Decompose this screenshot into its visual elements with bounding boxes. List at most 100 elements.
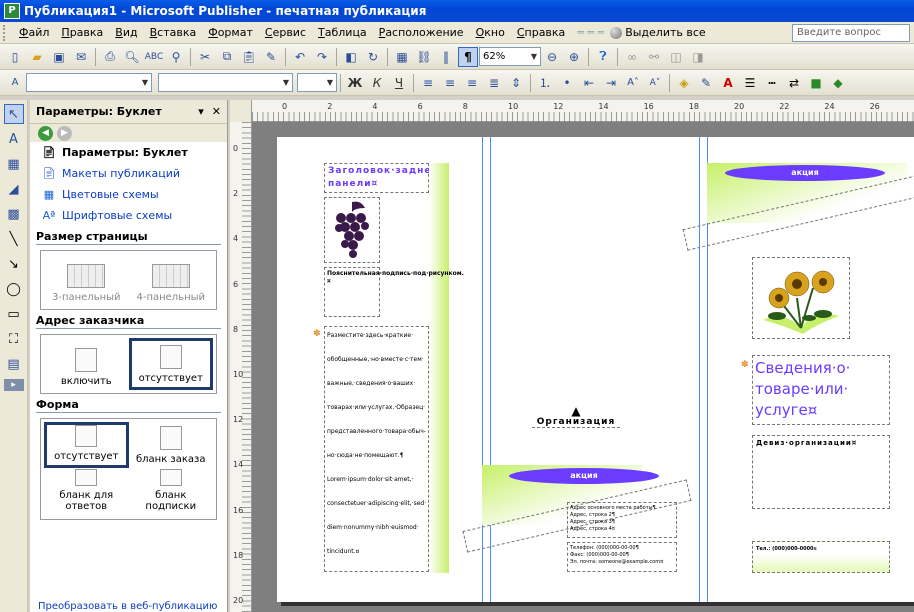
close-icon[interactable]: ✕: [212, 105, 221, 118]
motto-frame[interactable]: Девиз·организации¤: [752, 435, 890, 509]
undo-icon[interactable]: ↶: [290, 47, 310, 67]
help-question-input[interactable]: Введите вопрос: [792, 23, 910, 42]
copy-icon[interactable]: ⧉: [217, 47, 237, 67]
forward-arrow-icon[interactable]: ▶: [57, 125, 72, 141]
body-text-frame[interactable]: Разместите·здесь·краткие· обобщенные,·но…: [324, 326, 429, 572]
insert-table-icon[interactable]: ▦: [4, 154, 24, 174]
menu-file[interactable]: Файл: [13, 26, 55, 39]
menu-window[interactable]: Окно: [470, 26, 511, 39]
email-icon[interactable]: ✉: [71, 47, 91, 67]
menu-view[interactable]: Вид: [109, 26, 143, 39]
wordart-icon[interactable]: ◢: [4, 179, 24, 199]
arrow-style-icon[interactable]: ⇄: [784, 73, 804, 93]
columns-icon[interactable]: ‖: [436, 47, 456, 67]
menu-arrange[interactable]: Расположение: [373, 26, 470, 39]
bullets-icon[interactable]: •: [557, 73, 577, 93]
special-characters-icon[interactable]: ¶: [458, 46, 478, 67]
form-none[interactable]: отсутствует: [44, 422, 129, 468]
dash-style-icon[interactable]: ┅: [762, 73, 782, 93]
cut-icon[interactable]: ✂: [195, 47, 215, 67]
zoom-in-icon[interactable]: ⊕: [564, 47, 584, 67]
oval-tool-icon[interactable]: ◯: [4, 279, 24, 299]
bring-to-front-icon[interactable]: ◧: [341, 47, 361, 67]
menu-edit[interactable]: Правка: [55, 26, 109, 39]
task-link-font-schemes[interactable]: Aª Шрифтовые схемы: [30, 205, 227, 226]
phone-frame[interactable]: Тел.: (000)000-0000¤: [752, 541, 890, 573]
horizontal-ruler[interactable]: 0246810121416182022242628: [230, 100, 914, 122]
menu-table[interactable]: Таблица: [312, 26, 373, 39]
format-painter-icon[interactable]: ✎: [261, 47, 281, 67]
paste-icon[interactable]: 📋︎: [239, 47, 259, 67]
task-link-brochure-options[interactable]: 📄︎ Параметры: Буклет: [30, 142, 227, 163]
brochure-page[interactable]: Заголовок·задней· панели¤ Пояснительная·…: [277, 137, 914, 602]
task-link-layouts[interactable]: 📄︎ Макеты публикаций: [30, 163, 227, 184]
page-size-4-panel[interactable]: 4-панельный: [129, 254, 214, 306]
design-gallery-icon[interactable]: ▤: [4, 354, 24, 374]
decrease-indent-icon[interactable]: ⇤: [579, 73, 599, 93]
org-logo-frame[interactable]: ▲ Организация: [532, 405, 620, 435]
next-frame-icon[interactable]: ◨: [688, 47, 708, 67]
3d-style-icon[interactable]: ◆: [828, 73, 848, 93]
zoom-combo[interactable]: 62% ▼: [479, 47, 541, 66]
customer-address-include[interactable]: включить: [44, 338, 129, 390]
picture-frame-icon[interactable]: ▩: [4, 204, 24, 224]
back-panel-title-frame[interactable]: Заголовок·задней· панели¤: [324, 163, 442, 193]
address-frame[interactable]: Адрес основного места работы¶ Адрес, стр…: [567, 502, 677, 538]
fill-color-icon[interactable]: ◈: [674, 73, 694, 93]
justify-icon[interactable]: ≣: [484, 73, 504, 93]
shadow-style-icon[interactable]: ■: [806, 73, 826, 93]
form-order[interactable]: бланк заказа: [129, 422, 214, 468]
menu-format[interactable]: Формат: [202, 26, 259, 39]
text-box-icon[interactable]: A: [4, 129, 24, 149]
unlink-frames-icon[interactable]: ⚯: [644, 47, 664, 67]
line-tool-icon[interactable]: ╲: [4, 229, 24, 249]
rectangle-tool-icon[interactable]: ▭: [4, 304, 24, 324]
print-icon[interactable]: ⎙: [100, 47, 120, 67]
numbering-icon[interactable]: ⒈: [535, 73, 555, 93]
open-folder-icon[interactable]: ▰: [27, 47, 47, 67]
form-subscription[interactable]: бланк подписки: [129, 469, 214, 515]
bold-icon[interactable]: Ж: [345, 73, 365, 93]
link-frames-icon[interactable]: ∞: [622, 47, 642, 67]
menu-tools[interactable]: Сервис: [259, 26, 312, 39]
underline-icon[interactable]: Ч: [389, 73, 409, 93]
grapes-picture-frame[interactable]: [324, 197, 380, 263]
menu-help[interactable]: Справка: [511, 26, 571, 39]
right-banner[interactable]: акция: [725, 165, 885, 181]
insert-table-icon[interactable]: ▦: [392, 47, 412, 67]
task-pane-menu-icon[interactable]: ▾: [198, 105, 204, 118]
shrink-font-icon[interactable]: A˅: [645, 73, 665, 93]
task-link-color-schemes[interactable]: ▦ Цветовые схемы: [30, 184, 227, 205]
font-size-combo[interactable]: ▼: [297, 73, 337, 92]
line-spacing-icon[interactable]: ⇕: [506, 73, 526, 93]
previous-frame-icon[interactable]: ◫: [666, 47, 686, 67]
convert-to-web-link[interactable]: Преобразовать в веб-публикацию: [38, 601, 217, 612]
font-combo[interactable]: ▼: [158, 73, 293, 92]
menu-insert[interactable]: Вставка: [144, 26, 203, 39]
research-icon[interactable]: ⚲: [166, 47, 186, 67]
product-heading-frame[interactable]: Сведения·о· товаре·или· услуге¤: [752, 355, 890, 425]
save-disk-icon[interactable]: ▣: [49, 47, 69, 67]
zoom-out-icon[interactable]: ⊖: [542, 47, 562, 67]
italic-icon[interactable]: К: [367, 73, 387, 93]
align-center-icon[interactable]: ≡: [440, 73, 460, 93]
print-preview-icon[interactable]: 🔍︎: [122, 47, 142, 67]
contacts-frame[interactable]: Телефон: (000)000-00-00¶ Факс: (000)000-…: [567, 542, 677, 572]
autoshapes-icon[interactable]: ⛶: [4, 329, 24, 349]
help-icon[interactable]: ❓︎: [593, 47, 613, 67]
vertical-ruler[interactable]: 0 2 4 6 8 10 12 14 16 18 20: [230, 122, 252, 612]
select-arrow-icon[interactable]: ↖: [3, 104, 24, 124]
select-all-button[interactable]: Выделить все: [610, 26, 706, 39]
style-combo[interactable]: ▼: [26, 73, 152, 92]
styles-icon[interactable]: A: [5, 73, 25, 93]
picture-caption-frame[interactable]: Пояснительная·подпись·под·рисунком.¤: [324, 267, 464, 317]
middle-banner[interactable]: акция: [509, 468, 659, 484]
rotate-icon[interactable]: ↻: [363, 47, 383, 67]
form-response[interactable]: бланк для ответов: [44, 469, 129, 515]
arrow-tool-icon[interactable]: ↘: [4, 254, 24, 274]
line-color-icon[interactable]: ✎: [696, 73, 716, 93]
align-left-icon[interactable]: ≡: [418, 73, 438, 93]
font-color-icon[interactable]: A: [718, 73, 738, 93]
insert-hyperlink-icon[interactable]: ⛓: [414, 47, 434, 67]
menubar-grip[interactable]: [3, 24, 9, 41]
